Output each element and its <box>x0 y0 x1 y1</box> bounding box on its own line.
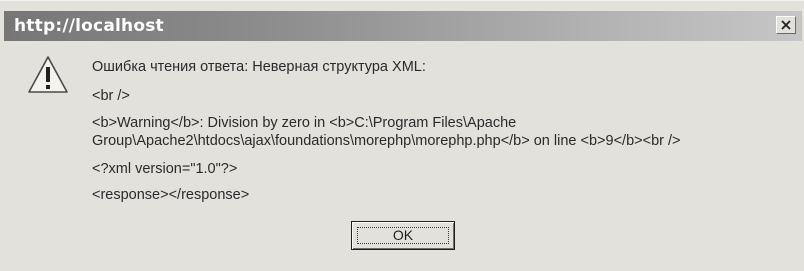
close-icon <box>781 20 791 30</box>
message-line-1: Ошибка чтения ответа: Неверная структура… <box>92 59 426 75</box>
warning-icon <box>28 56 68 93</box>
message-line-4: Group\Apache2\htdocs\ajax\foundations\mo… <box>92 133 681 149</box>
ok-button-label: OK <box>392 227 414 243</box>
message-line-5: <?xml version="1.0"?> <box>92 161 238 177</box>
window-title: http://localhost <box>14 16 164 36</box>
alert-dialog: http://localhost Ошибка чтения ответа: Н… <box>0 0 804 271</box>
ok-button[interactable]: OK <box>351 221 455 250</box>
message-line-2: <br /> <box>92 88 130 104</box>
close-button[interactable] <box>776 16 796 34</box>
message-line-6: <response></response> <box>92 187 250 203</box>
title-bar[interactable]: http://localhost <box>4 11 802 41</box>
message-line-3: <b>Warning</b>: Division by zero in <b>C… <box>92 115 517 131</box>
